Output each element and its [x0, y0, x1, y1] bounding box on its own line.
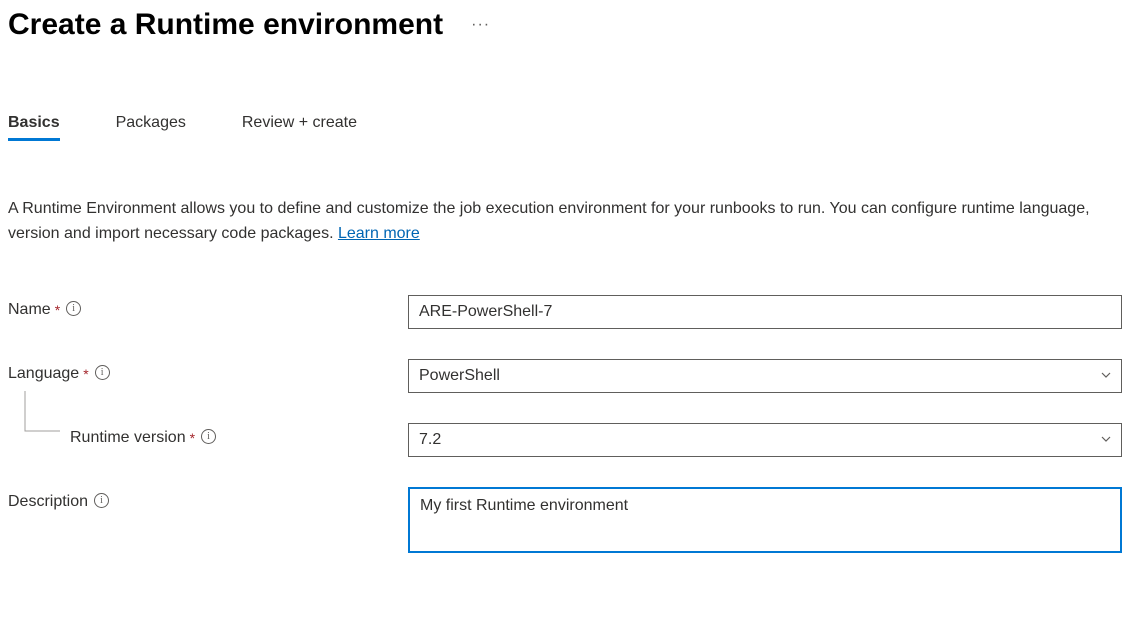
info-icon[interactable]: i	[94, 493, 109, 508]
description-label: Description	[8, 493, 88, 511]
runtime-version-select[interactable]	[408, 423, 1122, 457]
language-select[interactable]	[408, 359, 1122, 393]
tab-review-create[interactable]: Review + create	[242, 114, 357, 141]
learn-more-link[interactable]: Learn more	[338, 225, 420, 242]
name-input[interactable]	[408, 295, 1122, 329]
language-label: Language	[8, 365, 79, 383]
required-indicator: *	[190, 430, 195, 446]
tab-packages[interactable]: Packages	[116, 114, 186, 141]
required-indicator: *	[55, 302, 60, 318]
more-icon[interactable]: ···	[471, 16, 490, 34]
runtime-version-label: Runtime version	[70, 429, 186, 447]
tab-description: A Runtime Environment allows you to defi…	[8, 197, 1113, 247]
tab-basics[interactable]: Basics	[8, 114, 60, 141]
required-indicator: *	[83, 366, 88, 382]
page-title: Create a Runtime environment	[8, 8, 443, 42]
info-icon[interactable]: i	[66, 301, 81, 316]
description-text: A Runtime Environment allows you to defi…	[8, 200, 1090, 242]
name-label: Name	[8, 301, 51, 319]
info-icon[interactable]: i	[201, 429, 216, 444]
description-textarea[interactable]: My first Runtime environment	[408, 487, 1122, 553]
info-icon[interactable]: i	[95, 365, 110, 380]
tabs: Basics Packages Review + create	[8, 114, 1125, 141]
tree-connector-icon	[24, 391, 60, 435]
